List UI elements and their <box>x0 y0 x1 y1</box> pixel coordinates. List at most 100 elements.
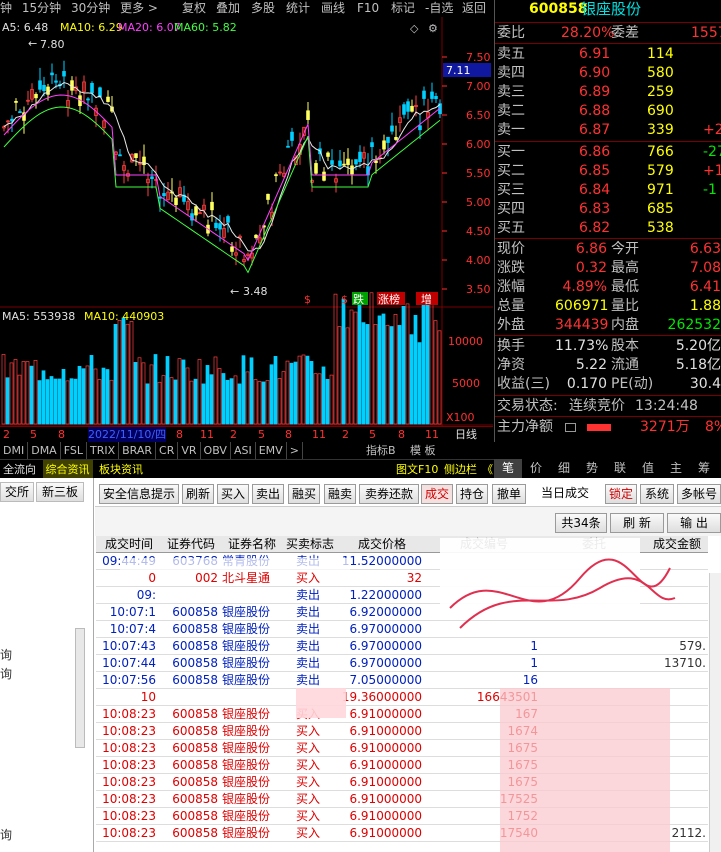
ask-level[interactable]: 卖四 6.90 580 <box>495 64 721 83</box>
fuquan-button[interactable]: 复权 <box>182 0 206 17</box>
list-icon[interactable] <box>565 423 576 432</box>
tab-more[interactable]: 更多 > <box>120 1 158 15</box>
f10-button[interactable]: F10 <box>357 0 379 17</box>
tab-15min[interactable]: 15分钟 <box>22 1 61 15</box>
statistics-button[interactable]: 统计 <box>286 0 310 17</box>
tab-more-indicators[interactable]: > <box>287 442 303 459</box>
period-label[interactable]: 日线 <box>455 427 477 442</box>
tab-emv[interactable]: EMV <box>256 442 287 459</box>
candle-body <box>86 98 90 101</box>
template-tab[interactable]: 模 板 <box>407 442 439 459</box>
export-button[interactable]: 输 出 <box>667 513 721 533</box>
tab-trend[interactable]: 势 <box>578 459 606 478</box>
sidebar-tab[interactable]: 侧边栏 <box>441 460 480 478</box>
tab-detail[interactable]: 细 <box>550 459 578 478</box>
tab-dmi[interactable]: DMI <box>0 442 29 459</box>
tab-dma[interactable]: DMA <box>28 442 61 459</box>
tab-obv[interactable]: OBV <box>201 442 231 459</box>
ask-level[interactable]: 卖五 6.91 114 <box>495 45 721 64</box>
f10-graphic-tab[interactable]: 图文F10 <box>393 460 441 478</box>
candle-body <box>430 91 434 99</box>
refresh-button[interactable]: 刷新 <box>182 484 214 504</box>
volume-bar <box>73 378 78 425</box>
cancel-order-button[interactable]: 撤单 <box>492 484 526 504</box>
tab-trix[interactable]: TRIX <box>87 442 120 459</box>
volume-bar <box>153 354 158 425</box>
volume-bar <box>213 356 218 425</box>
volume-bar <box>129 321 134 425</box>
left-scrollbar[interactable] <box>75 628 85 748</box>
cell-side: 卖出 <box>295 588 320 602</box>
bid-level[interactable]: 买一 6.86 766 -27 <box>495 143 721 162</box>
capital-flow-tab[interactable]: 全流向 <box>0 460 39 478</box>
diamond-icon[interactable]: ◇ <box>410 22 419 35</box>
kline-chart[interactable]: A5: 6.48 MA10: 6.29 MA20: 6.07 MA60: 5.8… <box>0 17 493 441</box>
security-info-button[interactable]: 安全信息提示 <box>99 484 179 504</box>
tab-30min[interactable]: 30分钟 <box>71 1 110 15</box>
news-tab[interactable]: 综合资讯 <box>42 460 93 478</box>
tab-value[interactable]: 值 <box>634 459 662 478</box>
tab-linked[interactable]: 联 <box>606 459 634 478</box>
table-row[interactable]: 10:07:56 600858 银座股份 卖出 7.05000000 16 <box>96 672 708 689</box>
tab-brar[interactable]: BRAR <box>119 442 157 459</box>
sell-repay-button[interactable]: 卖券还款 <box>359 484 419 504</box>
level-volume: 579 <box>647 163 674 179</box>
tab-asi[interactable]: ASI <box>231 442 256 459</box>
trades-button[interactable]: 成交 <box>421 484 453 504</box>
table-row[interactable]: 10:07:44 600858 银座股份 卖出 6.97000000 1 <box>96 655 708 672</box>
tab-exchange[interactable]: 交所 <box>0 482 34 502</box>
multi-account-button[interactable]: 多帐号 <box>677 484 721 504</box>
margin-buy-button[interactable]: 融买 <box>288 484 320 504</box>
column-header[interactable]: 买卖标志 <box>282 536 338 553</box>
tab-neeq[interactable]: 新三板 <box>36 482 84 502</box>
volume-bar <box>161 375 166 425</box>
tab-fsl[interactable]: FSL <box>61 442 87 459</box>
positions-button[interactable]: 持仓 <box>456 484 488 504</box>
mark-button[interactable]: 标记 <box>391 0 415 17</box>
overlay-button[interactable]: 叠加 <box>216 0 240 17</box>
tab-vr[interactable]: VR <box>178 442 201 459</box>
cell-price: 11.52000000 <box>341 554 422 568</box>
sell-button[interactable]: 卖出 <box>252 484 284 504</box>
ask-level[interactable]: 卖一 6.87 339 +29 <box>495 121 721 140</box>
system-button[interactable]: 系统 <box>640 484 674 504</box>
bid-level[interactable]: 买五 6.82 538 <box>495 219 721 238</box>
margin-sell-button[interactable]: 融卖 <box>324 484 356 504</box>
chart-toolbar: 钟 15分钟 30分钟 更多 > 复权 叠加 多股 统计 画线 F10 标记 -… <box>0 0 493 17</box>
volume-bar <box>205 365 210 425</box>
tab-ticks[interactable]: 笔 <box>494 459 522 478</box>
ask-level[interactable]: 卖二 6.88 690 <box>495 102 721 121</box>
indicator-b-tab[interactable]: 指标B <box>363 442 399 459</box>
tab-cr[interactable]: CR <box>156 442 179 459</box>
nav-item[interactable]: 询 <box>0 826 12 843</box>
sector-news-tab[interactable]: 板块资讯 <box>96 460 146 478</box>
settings-icon[interactable]: ⚙ <box>428 22 438 35</box>
ask-level[interactable]: 卖三 6.89 259 <box>495 83 721 102</box>
bid-level[interactable]: 买二 6.85 579 +1 <box>495 162 721 181</box>
tab-chips[interactable]: 筹 <box>690 459 718 478</box>
tab-main[interactable]: 主 <box>662 459 690 478</box>
back-button[interactable]: 返回 <box>462 0 486 17</box>
level-change: +29 <box>703 122 721 138</box>
tab-price[interactable]: 价 <box>522 459 550 478</box>
volume-bar <box>417 342 422 425</box>
nav-item[interactable]: 询 <box>0 646 12 663</box>
column-header[interactable]: 证券代码 <box>160 536 222 553</box>
tab-1min[interactable]: 钟 <box>0 1 12 15</box>
multi-stock-button[interactable]: 多股 <box>251 0 275 17</box>
volume-bar <box>333 293 338 425</box>
buy-button[interactable]: 买入 <box>217 484 249 504</box>
bid-level[interactable]: 买三 6.84 971 -1 <box>495 181 721 200</box>
draw-line-button[interactable]: 画线 <box>321 0 345 17</box>
remove-watchlist-button[interactable]: -自选 <box>425 0 453 17</box>
table-scrollbar[interactable] <box>709 573 721 852</box>
stat-label: 股本 <box>611 338 639 354</box>
lock-button[interactable]: 锁定 <box>605 484 637 504</box>
column-header[interactable]: 成交时间 <box>98 536 160 553</box>
nav-item[interactable]: 询 <box>0 665 12 682</box>
column-header[interactable]: 证券名称 <box>222 536 282 553</box>
column-header[interactable]: 成交价格 <box>338 536 426 553</box>
bid-level[interactable]: 买四 6.83 685 <box>495 200 721 219</box>
candle-body <box>338 160 342 167</box>
refresh-list-button[interactable]: 刷 新 <box>610 513 664 533</box>
